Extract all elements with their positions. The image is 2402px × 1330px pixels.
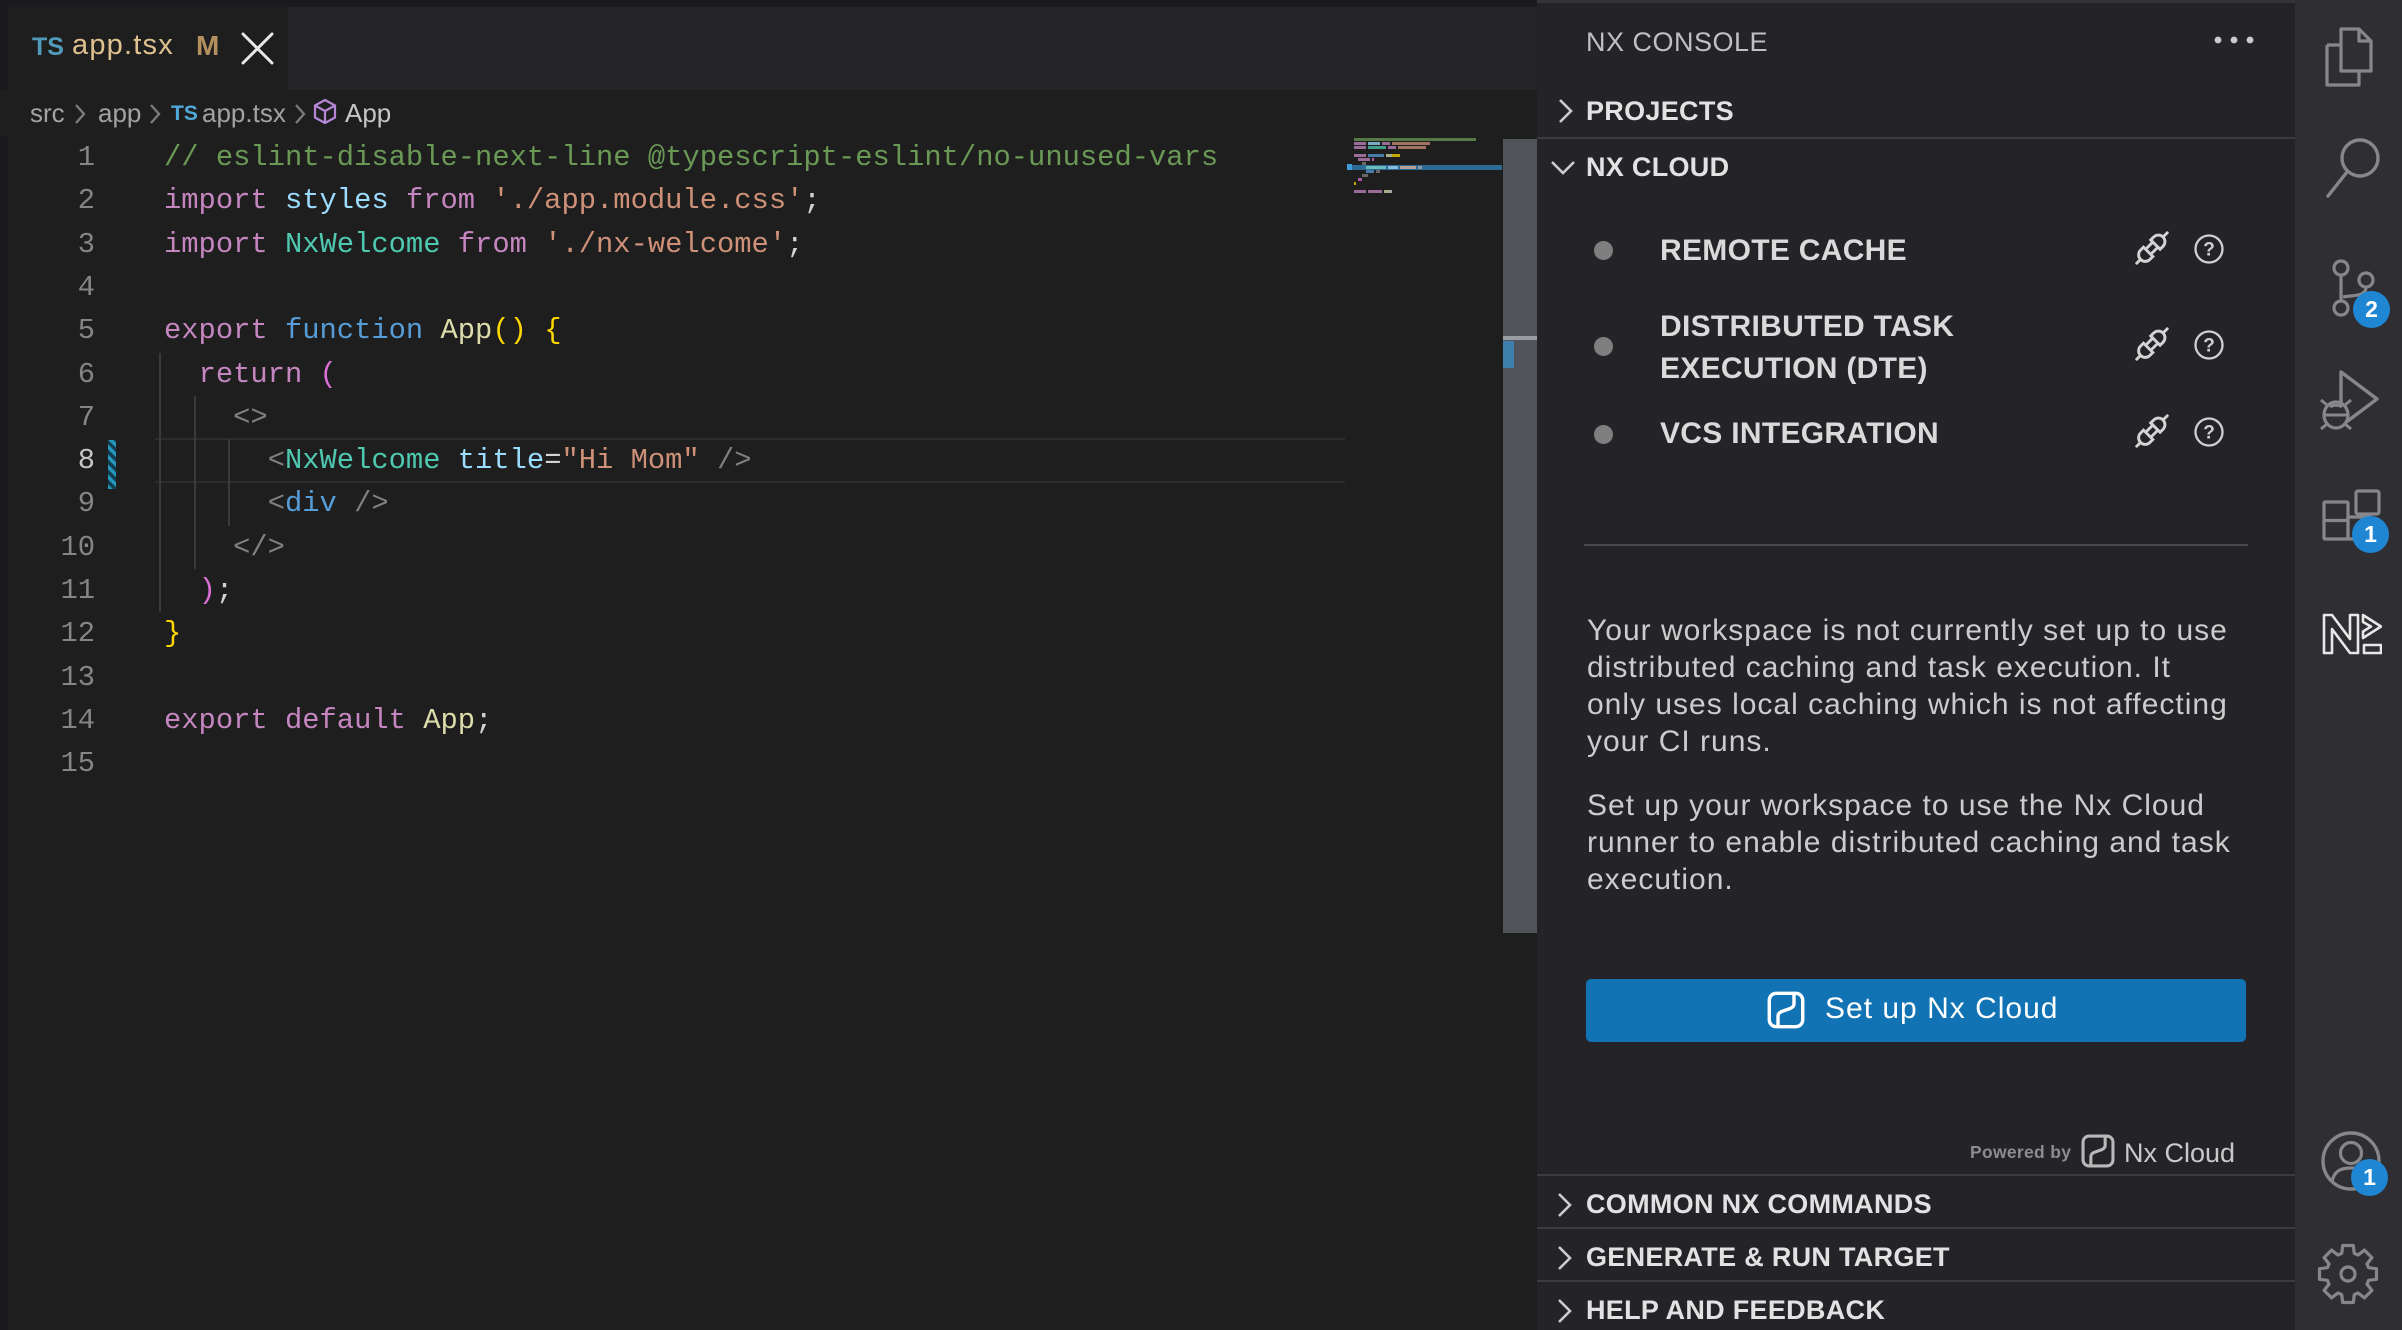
svg-text:?: ? — [2203, 423, 2215, 444]
svg-text:?: ? — [2203, 336, 2215, 357]
svg-text:?: ? — [2203, 240, 2215, 261]
